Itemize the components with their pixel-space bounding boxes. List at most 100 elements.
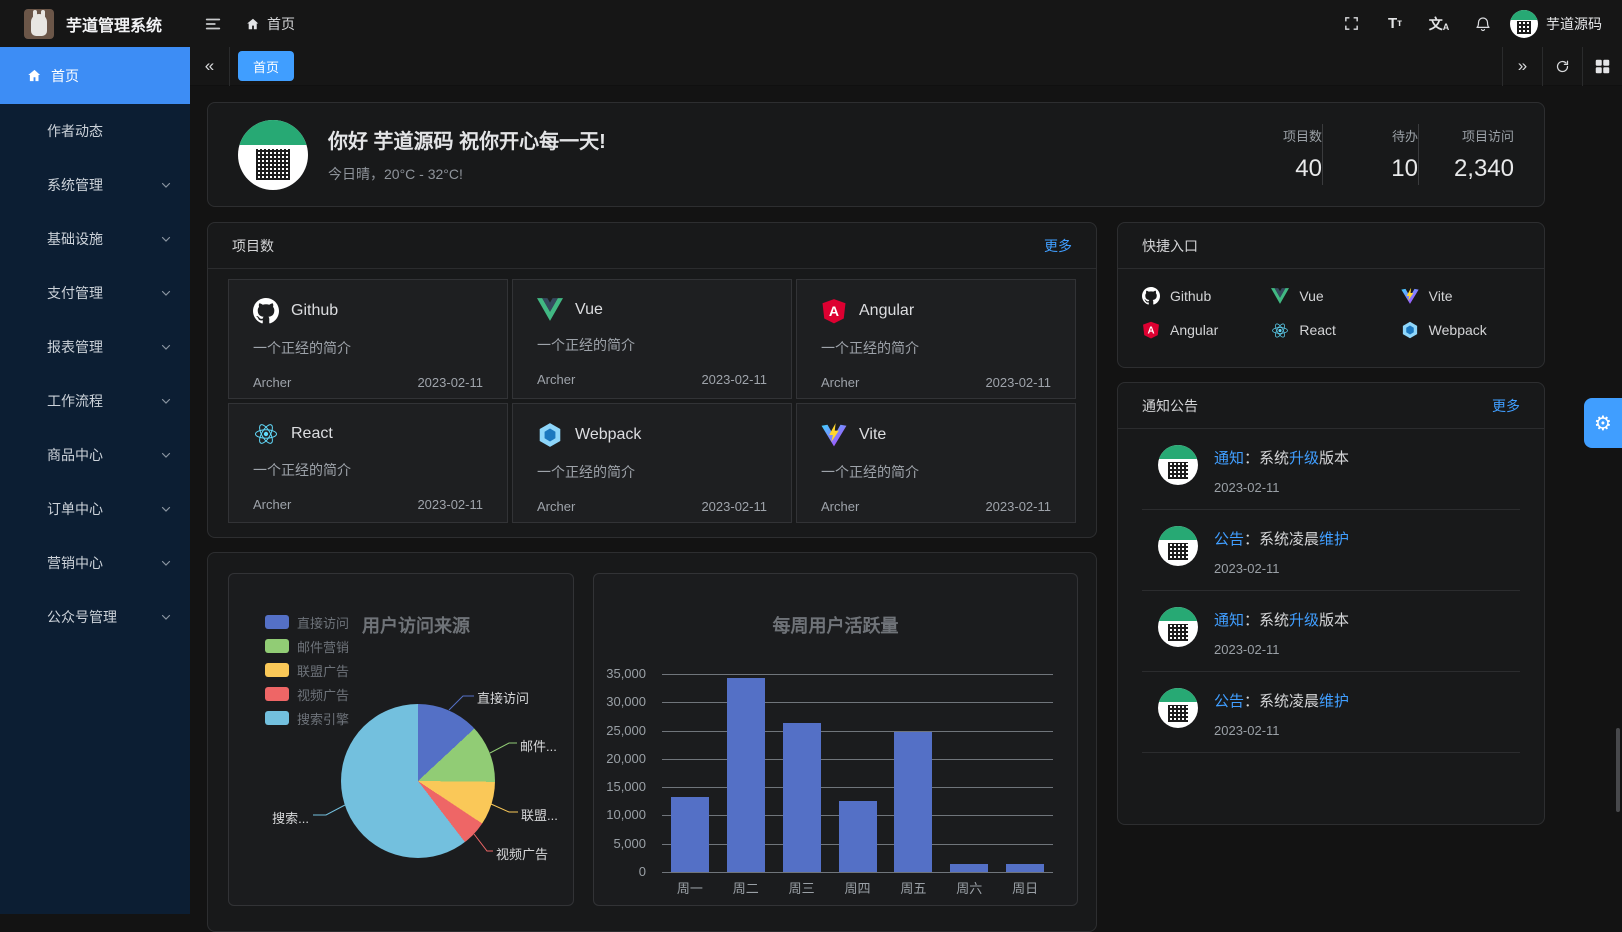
quick-link-angular[interactable]: A Angular — [1142, 321, 1261, 339]
x-axis-tick: 周六 — [941, 878, 997, 897]
chevron-down-icon — [160, 287, 172, 299]
project-card-react[interactable]: React 一个正经的简介 Archer2023-02-11 — [228, 403, 508, 523]
y-axis-tick: 5,000 — [586, 836, 646, 851]
x-axis-tick: 周日 — [997, 878, 1053, 897]
quick-link-webpack[interactable]: Webpack — [1401, 321, 1520, 339]
fullscreen-icon[interactable] — [1334, 7, 1368, 41]
sidebar-item-wechat-mp[interactable]: 公众号管理 — [0, 590, 190, 644]
bar[interactable] — [1006, 864, 1044, 872]
app-logo-zone[interactable]: 芋道管理系统 — [0, 9, 190, 39]
legend-swatch — [265, 711, 289, 725]
legend-label: 搜索引擎 — [297, 709, 349, 728]
quick-link-react[interactable]: React — [1271, 321, 1390, 339]
legend-item[interactable]: 搜索引擎 — [265, 706, 349, 730]
bar-y-axis: 35,00030,00025,00020,00015,00010,0005,00… — [594, 674, 654, 872]
refresh-icon[interactable] — [1542, 47, 1582, 86]
legend-item[interactable]: 视频广告 — [265, 682, 349, 706]
tab-home[interactable]: 首页 — [238, 51, 294, 81]
legend-item[interactable]: 邮件营销 — [265, 634, 349, 658]
vue-icon — [537, 298, 563, 321]
sidebar-item-product-center[interactable]: 商品中心 — [0, 428, 190, 482]
sidebar-menu: 首页 作者动态 系统管理 基础设施 支付管理 报表管理 工作流程 商品中心 订单… — [0, 47, 190, 914]
projects-panel-title: 项目数 — [232, 236, 274, 256]
tabs-scroll-right-icon[interactable]: » — [1502, 47, 1542, 86]
chevron-down-icon — [160, 233, 172, 245]
notice-avatar — [1158, 688, 1198, 728]
language-icon[interactable]: 文A — [1422, 7, 1456, 41]
notice-item[interactable]: 公告：系统凌晨维护 2023-02-11 — [1142, 672, 1520, 753]
vue-icon — [1271, 288, 1289, 304]
sidebar-item-report[interactable]: 报表管理 — [0, 320, 190, 374]
bar-chart-title: 每周用户活跃量 — [594, 612, 1077, 638]
bar[interactable] — [671, 797, 709, 872]
notification-bell-icon[interactable] — [1466, 7, 1500, 41]
quick-link-github[interactable]: Github — [1142, 287, 1261, 305]
projects-more-link[interactable]: 更多 — [1044, 236, 1072, 256]
font-size-icon[interactable]: Tт — [1378, 7, 1412, 41]
sidebar-item-infrastructure[interactable]: 基础设施 — [0, 212, 190, 266]
top-bar: 芋道管理系统 首页 Tт 文A 芋道源码 — [0, 0, 1622, 47]
notice-item[interactable]: 通知：系统升级版本 2023-02-11 — [1142, 591, 1520, 672]
project-date: 2023-02-11 — [417, 497, 483, 512]
breadcrumb[interactable]: 首页 — [246, 14, 295, 34]
sidebar-item-payment[interactable]: 支付管理 — [0, 266, 190, 320]
legend-item[interactable]: 直接访问 — [265, 610, 349, 634]
project-card-angular[interactable]: A Angular 一个正经的简介 Archer2023-02-11 — [796, 279, 1076, 399]
notice-item[interactable]: 通知：系统升级版本 2023-02-11 — [1142, 429, 1520, 510]
project-card-vite[interactable]: Vite 一个正经的简介 Archer2023-02-11 — [796, 403, 1076, 523]
user-menu[interactable]: 芋道源码 — [1510, 10, 1602, 38]
user-avatar — [1510, 10, 1538, 38]
pie-chart[interactable] — [341, 704, 495, 858]
bar[interactable] — [783, 723, 821, 872]
layout-grid-icon[interactable] — [1582, 47, 1622, 86]
legend-label: 直接访问 — [297, 613, 349, 632]
legend-item[interactable]: 联盟广告 — [265, 658, 349, 682]
sidebar-fold-icon[interactable] — [204, 15, 222, 33]
project-date: 2023-02-11 — [985, 499, 1051, 514]
project-card-github[interactable]: Github 一个正经的简介 Archer2023-02-11 — [228, 279, 508, 399]
chevron-down-icon — [160, 395, 172, 407]
y-axis-tick: 20,000 — [586, 751, 646, 766]
sidebar-item-order-center[interactable]: 订单中心 — [0, 482, 190, 536]
project-card-vue[interactable]: Vue 一个正经的简介 Archer2023-02-11 — [512, 279, 792, 399]
notice-item[interactable]: 公告：系统凌晨维护 2023-02-11 — [1142, 510, 1520, 591]
sidebar-item-author-news[interactable]: 作者动态 — [0, 104, 190, 158]
project-date: 2023-02-11 — [985, 375, 1051, 390]
chevron-down-icon — [160, 611, 172, 623]
notice-panel: 通知公告 更多 通知：系统升级版本 2023-02-11 公告：系统凌晨维护 2… — [1117, 382, 1545, 825]
project-card-webpack[interactable]: Webpack 一个正经的简介 Archer2023-02-11 — [512, 403, 792, 523]
github-icon — [1142, 287, 1160, 305]
greeting-stats: 项目数 40 待办 10 项目访问 2,340 — [1226, 124, 1514, 185]
pie-slice-label: 直接访问 — [477, 688, 529, 707]
bar[interactable] — [950, 864, 988, 872]
chevron-down-icon — [160, 449, 172, 461]
quick-link-vite[interactable]: Vite — [1401, 287, 1520, 305]
bar[interactable] — [894, 732, 932, 872]
notice-more-link[interactable]: 更多 — [1492, 396, 1520, 416]
y-axis-tick: 30,000 — [586, 694, 646, 709]
x-axis-tick: 周五 — [885, 878, 941, 897]
quick-entry-title: 快捷入口 — [1142, 236, 1198, 256]
project-author: Archer — [253, 375, 291, 390]
notice-avatar — [1158, 445, 1198, 485]
bar[interactable] — [839, 801, 877, 872]
sidebar-item-system[interactable]: 系统管理 — [0, 158, 190, 212]
bar[interactable] — [727, 678, 765, 872]
pie-chart-title: 用户访问来源 — [362, 612, 470, 638]
angular-icon: A — [821, 298, 847, 324]
tabs-bar: « 首页 » — [190, 47, 1622, 86]
app-logo-rabbit-avatar — [24, 9, 54, 39]
sidebar-item-home[interactable]: 首页 — [0, 47, 190, 104]
chevron-down-icon — [160, 503, 172, 515]
angular-icon: A — [1142, 321, 1160, 339]
quick-link-vue[interactable]: Vue — [1271, 287, 1390, 305]
y-axis-tick: 25,000 — [586, 723, 646, 738]
tabs-scroll-left-icon[interactable]: « — [190, 47, 230, 86]
settings-gear-button[interactable]: ⚙ — [1584, 398, 1622, 448]
sidebar-item-workflow[interactable]: 工作流程 — [0, 374, 190, 428]
project-author: Archer — [821, 375, 859, 390]
page-scrollbar[interactable] — [1616, 728, 1620, 812]
sidebar-item-marketing-center[interactable]: 营销中心 — [0, 536, 190, 590]
legend-swatch — [265, 663, 289, 677]
app-title: 芋道管理系统 — [66, 12, 162, 36]
